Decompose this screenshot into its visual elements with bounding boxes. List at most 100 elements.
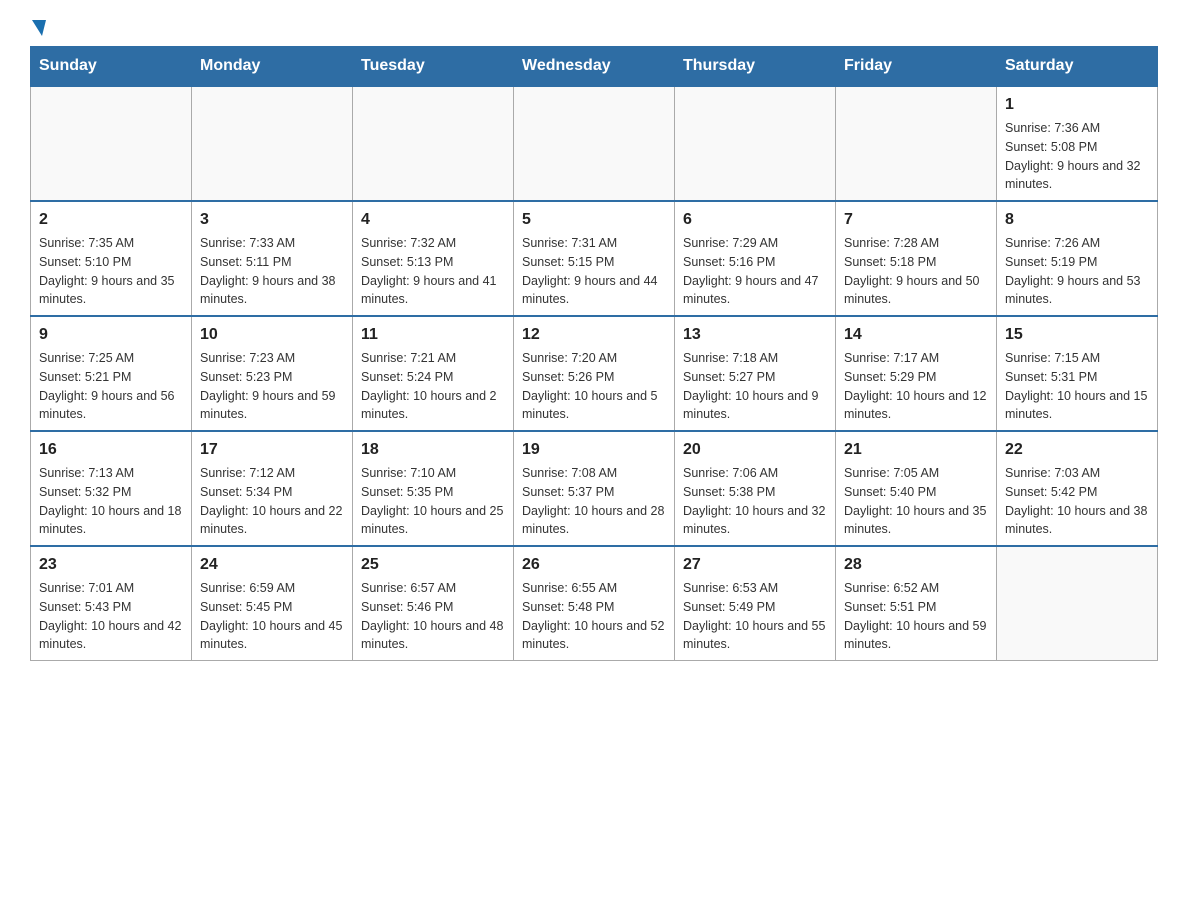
weekday-header-sunday: Sunday [31, 47, 192, 87]
calendar-cell: 1Sunrise: 7:36 AMSunset: 5:08 PMDaylight… [997, 86, 1158, 201]
daylight-text: Daylight: 10 hours and 9 minutes. [683, 387, 827, 425]
sunrise-text: Sunrise: 7:01 AM [39, 579, 183, 598]
calendar-cell: 11Sunrise: 7:21 AMSunset: 5:24 PMDayligh… [353, 316, 514, 431]
day-number: 20 [683, 438, 827, 462]
sunrise-text: Sunrise: 7:33 AM [200, 234, 344, 253]
day-number: 24 [200, 553, 344, 577]
daylight-text: Daylight: 9 hours and 38 minutes. [200, 272, 344, 310]
sunrise-text: Sunrise: 7:23 AM [200, 349, 344, 368]
calendar-cell [675, 86, 836, 201]
sunrise-text: Sunrise: 7:06 AM [683, 464, 827, 483]
calendar-cell: 23 Sunrise: 7:01 AMSunset: 5:43 PMDayligh… [31, 546, 192, 661]
calendar-cell: 4Sunrise: 7:32 AMSunset: 5:13 PMDaylight… [353, 201, 514, 316]
calendar-cell: 22Sunrise: 7:03 AMSunset: 5:42 PMDayligh… [997, 431, 1158, 546]
sunrise-text: Sunrise: 7:36 AM [1005, 119, 1149, 138]
sunset-text: Sunset: 5:34 PM [200, 483, 344, 502]
logo [30, 20, 46, 36]
daylight-text: Daylight: 10 hours and 52 minutes. [522, 617, 666, 655]
sunrise-text: Sunrise: 7:29 AM [683, 234, 827, 253]
calendar-cell: 20Sunrise: 7:06 AMSunset: 5:38 PMDayligh… [675, 431, 836, 546]
sunrise-text: Sunrise: 7:20 AM [522, 349, 666, 368]
sunset-text: Sunset: 5:32 PM [39, 483, 183, 502]
sunset-text: Sunset: 5:49 PM [683, 598, 827, 617]
sunrise-text: Sunrise: 6:57 AM [361, 579, 505, 598]
sunrise-text: Sunrise: 7:28 AM [844, 234, 988, 253]
day-number: 17 [200, 438, 344, 462]
calendar-cell: 6Sunrise: 7:29 AMSunset: 5:16 PMDaylight… [675, 201, 836, 316]
daylight-text: Daylight: 10 hours and 28 minutes. [522, 502, 666, 540]
daylight-text: Daylight: 9 hours and 53 minutes. [1005, 272, 1149, 310]
calendar-cell [353, 86, 514, 201]
sunrise-text: Sunrise: 7:05 AM [844, 464, 988, 483]
day-number: 28 [844, 553, 988, 577]
sunset-text: Sunset: 5:24 PM [361, 368, 505, 387]
sunset-text: Sunset: 5:21 PM [39, 368, 183, 387]
calendar-cell: 5Sunrise: 7:31 AMSunset: 5:15 PMDaylight… [514, 201, 675, 316]
sunset-text: Sunset: 5:35 PM [361, 483, 505, 502]
sunrise-text: Sunrise: 7:25 AM [39, 349, 183, 368]
sunset-text: Sunset: 5:43 PM [39, 598, 183, 617]
day-number: 6 [683, 208, 827, 232]
calendar-cell: 13Sunrise: 7:18 AMSunset: 5:27 PMDayligh… [675, 316, 836, 431]
sunset-text: Sunset: 5:19 PM [1005, 253, 1149, 272]
sunrise-text: Sunrise: 7:21 AM [361, 349, 505, 368]
daylight-text: Daylight: 10 hours and 55 minutes. [683, 617, 827, 655]
daylight-text: Daylight: 10 hours and 2 minutes. [361, 387, 505, 425]
sunset-text: Sunset: 5:13 PM [361, 253, 505, 272]
calendar-cell [997, 546, 1158, 661]
daylight-text: Daylight: 9 hours and 32 minutes. [1005, 157, 1149, 195]
daylight-text: Daylight: 9 hours and 41 minutes. [361, 272, 505, 310]
day-number: 8 [1005, 208, 1149, 232]
sunset-text: Sunset: 5:42 PM [1005, 483, 1149, 502]
calendar-cell: 14Sunrise: 7:17 AMSunset: 5:29 PMDayligh… [836, 316, 997, 431]
calendar-cell: 16Sunrise: 7:13 AMSunset: 5:32 PMDayligh… [31, 431, 192, 546]
day-number: 27 [683, 553, 827, 577]
day-number: 9 [39, 323, 183, 347]
daylight-text: Daylight: 9 hours and 35 minutes. [39, 272, 183, 310]
sunset-text: Sunset: 5:11 PM [200, 253, 344, 272]
weekday-header-wednesday: Wednesday [514, 47, 675, 87]
sunset-text: Sunset: 5:08 PM [1005, 138, 1149, 157]
daylight-text: Daylight: 10 hours and 59 minutes. [844, 617, 988, 655]
day-number: 19 [522, 438, 666, 462]
calendar-week-row: 1Sunrise: 7:36 AMSunset: 5:08 PMDaylight… [31, 86, 1158, 201]
calendar-cell [31, 86, 192, 201]
calendar-cell [192, 86, 353, 201]
daylight-text: Daylight: 9 hours and 59 minutes. [200, 387, 344, 425]
calendar-cell: 21Sunrise: 7:05 AMSunset: 5:40 PMDayligh… [836, 431, 997, 546]
sunset-text: Sunset: 5:31 PM [1005, 368, 1149, 387]
sunrise-text: Sunrise: 7:10 AM [361, 464, 505, 483]
daylight-text: Daylight: 9 hours and 50 minutes. [844, 272, 988, 310]
day-number: 15 [1005, 323, 1149, 347]
sunrise-text: Sunrise: 7:18 AM [683, 349, 827, 368]
sunrise-text: Sunrise: 6:59 AM [200, 579, 344, 598]
calendar-header-row: SundayMondayTuesdayWednesdayThursdayFrid… [31, 47, 1158, 87]
sunset-text: Sunset: 5:18 PM [844, 253, 988, 272]
day-number: 14 [844, 323, 988, 347]
day-number: 26 [522, 553, 666, 577]
calendar-cell: 15Sunrise: 7:15 AMSunset: 5:31 PMDayligh… [997, 316, 1158, 431]
daylight-text: Daylight: 10 hours and 35 minutes. [844, 502, 988, 540]
calendar-table: SundayMondayTuesdayWednesdayThursdayFrid… [30, 46, 1158, 661]
day-number: 18 [361, 438, 505, 462]
day-number: 10 [200, 323, 344, 347]
sunset-text: Sunset: 5:46 PM [361, 598, 505, 617]
calendar-cell: 28Sunrise: 6:52 AMSunset: 5:51 PMDayligh… [836, 546, 997, 661]
sunset-text: Sunset: 5:26 PM [522, 368, 666, 387]
day-number: 16 [39, 438, 183, 462]
calendar-cell: 9Sunrise: 7:25 AMSunset: 5:21 PMDaylight… [31, 316, 192, 431]
sunset-text: Sunset: 5:27 PM [683, 368, 827, 387]
weekday-header-thursday: Thursday [675, 47, 836, 87]
day-number: 22 [1005, 438, 1149, 462]
sunset-text: Sunset: 5:15 PM [522, 253, 666, 272]
sunrise-text: Sunrise: 6:53 AM [683, 579, 827, 598]
day-number: 23 [39, 553, 183, 577]
sunset-text: Sunset: 5:23 PM [200, 368, 344, 387]
calendar-week-row: 23Sunrise: 7:01 AMSunset: 5:43 PMDayligh… [31, 546, 1158, 661]
calendar-cell: 7Sunrise: 7:28 AMSunset: 5:18 PMDaylight… [836, 201, 997, 316]
weekday-header-friday: Friday [836, 47, 997, 87]
sunrise-text: Sunrise: 7:31 AM [522, 234, 666, 253]
day-number: 21 [844, 438, 988, 462]
day-number: 25 [361, 553, 505, 577]
daylight-text: Daylight: 10 hours and 42 minutes. [39, 617, 183, 655]
